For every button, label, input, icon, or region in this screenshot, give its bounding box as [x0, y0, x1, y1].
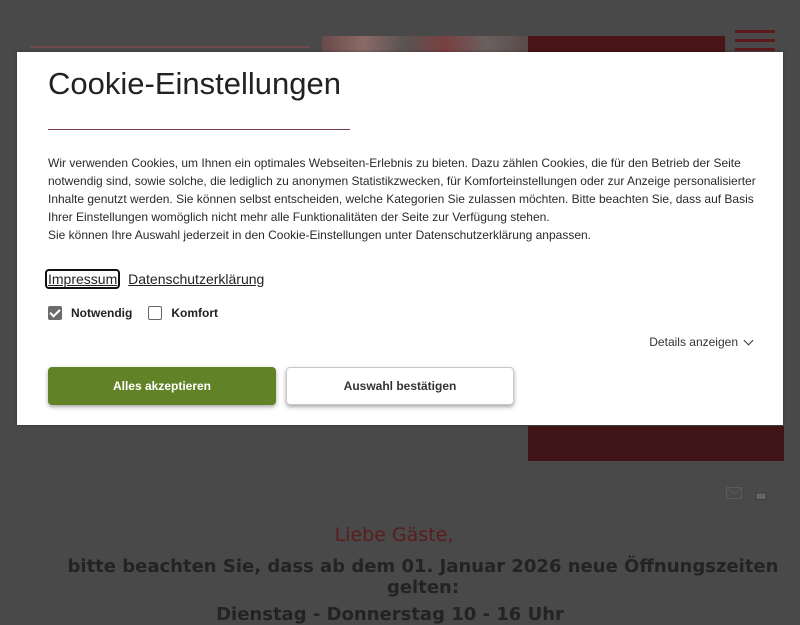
description-paragraph: Wir verwenden Cookies, um Ihnen ein opti…: [48, 156, 756, 224]
mail-icon[interactable]: [726, 487, 742, 499]
necessary-checkbox[interactable]: [48, 306, 62, 320]
title-divider: [48, 129, 350, 130]
details-label: Details anzeigen: [649, 335, 738, 349]
print-icon[interactable]: [752, 484, 770, 500]
side-banner: [528, 426, 784, 461]
confirm-selection-button[interactable]: Auswahl bestätigen: [286, 367, 514, 405]
notice-hours: Dienstag - Donnerstag 10 - 16 Uhr: [216, 604, 564, 625]
cookie-categories: Notwendig Komfort: [48, 306, 234, 320]
notice-text: bitte beachten Sie, dass ab dem 01. Janu…: [67, 556, 779, 598]
dialog-title: Cookie-Einstellungen: [48, 66, 341, 101]
category-comfort[interactable]: Komfort: [148, 306, 218, 320]
details-toggle[interactable]: Details anzeigen: [649, 335, 754, 349]
header-divider: [30, 46, 310, 48]
chevron-down-icon: [743, 335, 754, 345]
privacy-policy-link[interactable]: Datenschutzerklärung: [128, 271, 264, 287]
impressum-link[interactable]: Impressum: [44, 269, 121, 289]
comfort-checkbox[interactable]: [148, 306, 163, 320]
category-necessary[interactable]: Notwendig: [48, 306, 132, 320]
opening-hours-notice: Liebe Gäste, bitte beachten Sie, dass ab…: [0, 524, 800, 625]
necessary-label: Notwendig: [71, 306, 133, 320]
legal-links: Impressum Datenschutzerklärung: [44, 269, 270, 289]
dialog-description: Wir verwenden Cookies, um Ihnen ein opti…: [48, 154, 768, 244]
accept-all-button[interactable]: Alles akzeptieren: [48, 367, 276, 405]
comfort-label: Komfort: [171, 306, 218, 320]
notice-greeting: Liebe Gäste,: [334, 524, 454, 546]
description-paragraph: Sie können Ihre Auswahl jederzeit in den…: [48, 228, 592, 242]
menu-icon[interactable]: [735, 30, 775, 54]
cookie-consent-dialog: Cookie-Einstellungen Wir verwenden Cooki…: [17, 52, 783, 425]
